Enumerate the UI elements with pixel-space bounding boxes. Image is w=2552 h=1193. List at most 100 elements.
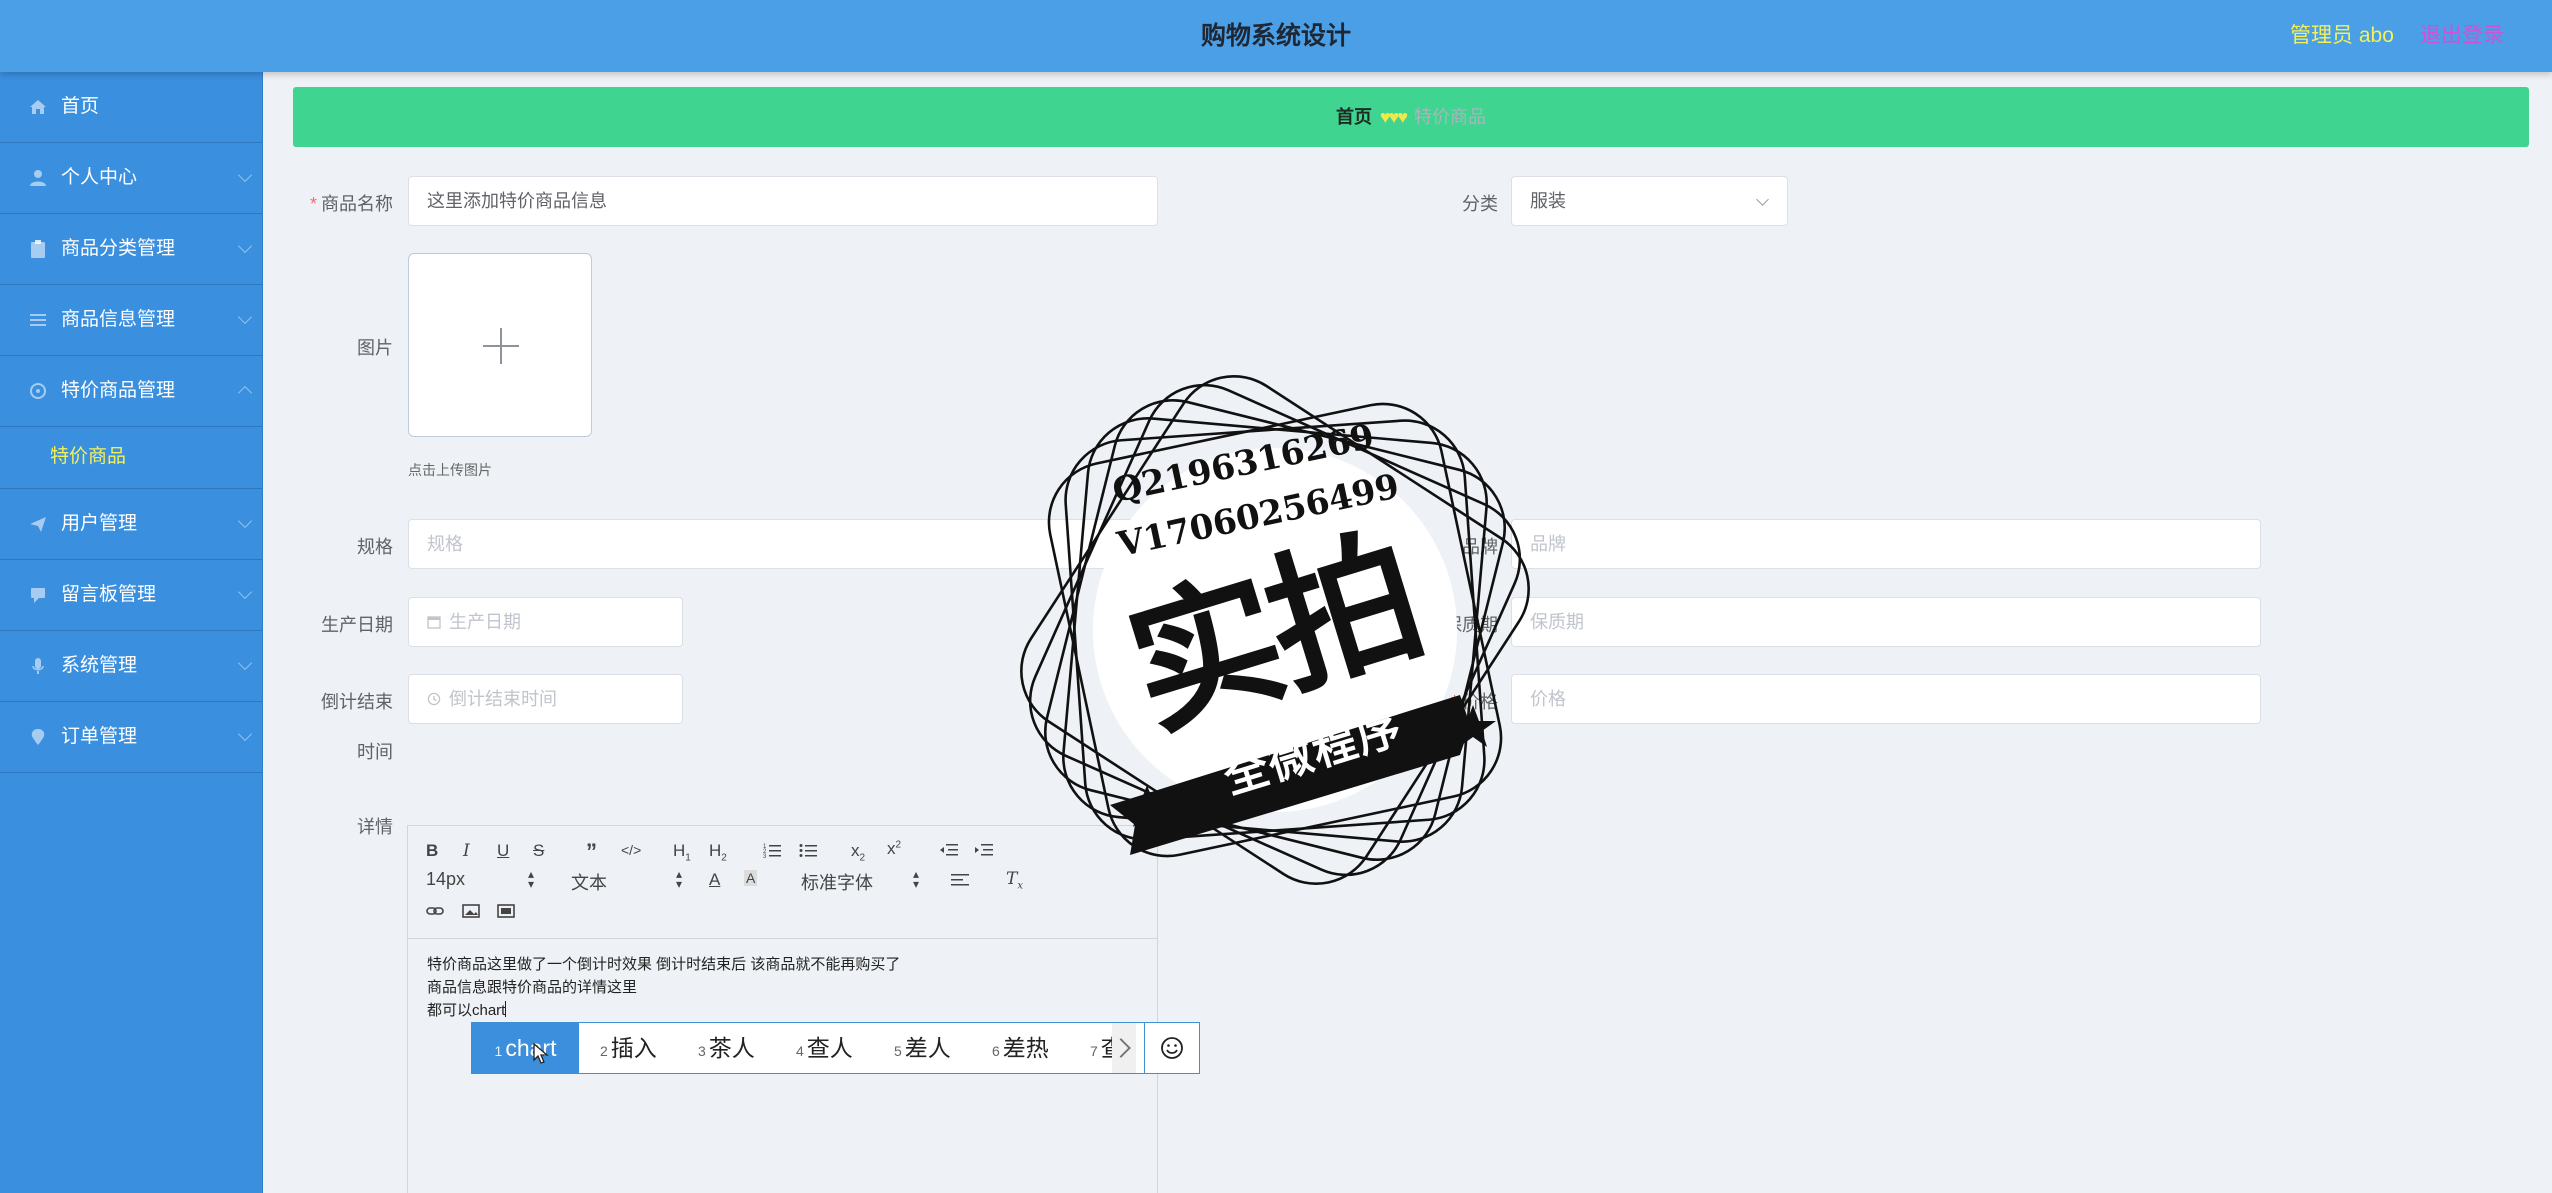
countdown-end-label-2: 时间 xyxy=(357,742,393,762)
font-family-value: 标准字体 xyxy=(801,873,873,893)
plus-icon xyxy=(481,326,521,366)
ime-candidate[interactable]: 1 chart xyxy=(472,1023,579,1073)
comment-icon xyxy=(31,588,45,603)
production-date-label: 生产日期 xyxy=(321,615,393,635)
chevron-down-icon xyxy=(237,309,253,325)
sidebar: 首页 个人中心 商品分类管理 商品信息管理 特价商品管理 特价商品 用户管理 留… xyxy=(0,72,263,1193)
sidebar-subitem-label: 特价商品 xyxy=(50,446,127,467)
ime-candidate[interactable]: 2 插入 xyxy=(600,1023,657,1073)
production-date-picker[interactable]: 生产日期 xyxy=(408,597,683,647)
code-block-icon[interactable]: </> xyxy=(621,842,641,858)
sidebar-item-label: 订单管理 xyxy=(61,726,138,747)
sidebar-item-label: 商品分类管理 xyxy=(61,238,176,259)
clock-icon xyxy=(427,692,441,706)
sidebar-item-personal-center[interactable]: 个人中心 xyxy=(0,143,262,214)
heart-icon: ♥♥♥ xyxy=(1379,107,1408,127)
chevron-down-icon xyxy=(237,513,253,529)
countdown-end-label: 倒计结束 xyxy=(321,692,393,712)
bullet-list-icon[interactable] xyxy=(799,842,817,858)
text-color-icon[interactable]: A xyxy=(709,870,720,890)
spec-label: 规格 xyxy=(357,537,393,557)
ime-candidate[interactable]: 3 茶人 xyxy=(698,1023,755,1073)
sidebar-subitem-special-product[interactable]: 特价商品 xyxy=(0,426,262,489)
image-icon[interactable] xyxy=(462,903,480,919)
price-input[interactable]: 价格 xyxy=(1511,674,2261,724)
chevron-right-icon[interactable] xyxy=(1112,1023,1136,1073)
breadcrumb-home[interactable]: 首页 xyxy=(1336,107,1372,127)
ordered-list-icon[interactable]: 123 xyxy=(763,842,781,858)
sidebar-item-system-management[interactable]: 系统管理 xyxy=(0,631,262,702)
italic-icon[interactable]: I xyxy=(463,841,470,861)
sidebar-item-label: 用户管理 xyxy=(61,513,138,534)
subscript-icon[interactable]: x2 xyxy=(851,841,865,863)
category-select-value: 服装 xyxy=(1530,191,1566,211)
heading1-icon[interactable]: H1 xyxy=(673,841,691,863)
font-size-value: 14px xyxy=(426,869,466,889)
chevron-down-icon xyxy=(237,238,253,254)
content-line: 都可以chart xyxy=(427,1002,506,1019)
content-line: 商品信息跟特价商品的详情这里 xyxy=(427,979,638,996)
sidebar-item-product-info-management[interactable]: 商品信息管理 xyxy=(0,285,262,356)
ime-candidate[interactable]: 5 差人 xyxy=(894,1023,951,1073)
home-icon xyxy=(30,100,46,114)
text-type-value: 文本 xyxy=(571,873,607,893)
chevron-down-icon xyxy=(237,655,253,671)
admin-user-label: 管理员 abo xyxy=(2290,24,2394,47)
video-icon[interactable] xyxy=(497,903,515,919)
upload-tip: 点击上传图片 xyxy=(408,462,492,478)
font-family-select[interactable]: 标准字体 ▴ ▾ xyxy=(801,867,919,893)
smiley-icon xyxy=(1161,1037,1183,1059)
svg-text:3: 3 xyxy=(763,854,767,858)
outdent-icon[interactable] xyxy=(940,842,958,858)
bold-icon[interactable]: B xyxy=(426,841,438,861)
sidebar-item-special-product-management[interactable]: 特价商品管理 xyxy=(0,356,262,427)
top-header: 购物系统设计 管理员 abo 退出登录 xyxy=(0,0,2552,72)
image-upload-button[interactable] xyxy=(408,253,592,437)
sidebar-item-category-management[interactable]: 商品分类管理 xyxy=(0,214,262,285)
blockquote-icon[interactable]: ” xyxy=(586,839,597,865)
font-size-select[interactable]: 14px ▴ ▾ xyxy=(426,868,534,891)
sidebar-item-order-management[interactable]: 订单管理 xyxy=(0,702,262,773)
superscript-icon[interactable]: x2 xyxy=(887,839,901,859)
production-date-placeholder: 生产日期 xyxy=(449,612,521,632)
background-color-icon[interactable]: A xyxy=(744,870,758,886)
sidebar-item-user-management[interactable]: 用户管理 xyxy=(0,489,262,560)
chevron-down-icon xyxy=(237,584,253,600)
sidebar-item-label: 商品信息管理 xyxy=(61,309,176,330)
detail-label: 详情 xyxy=(357,817,393,837)
list-icon xyxy=(30,314,46,326)
logout-link[interactable]: 退出登录 xyxy=(2420,0,2504,72)
ime-candidate[interactable]: 6 差热 xyxy=(992,1023,1049,1073)
location-icon xyxy=(31,729,45,745)
countdown-end-time-picker[interactable]: 倒计结束时间 xyxy=(408,674,683,724)
sidebar-item-label: 留言板管理 xyxy=(61,584,157,605)
mic-icon xyxy=(32,658,44,674)
updown-arrow-icon: ▴ ▾ xyxy=(912,867,919,891)
link-icon[interactable] xyxy=(426,903,444,919)
brand-input[interactable]: 品牌 xyxy=(1511,519,2261,569)
sidebar-item-home[interactable]: 首页 xyxy=(0,72,262,143)
chevron-down-icon xyxy=(237,726,253,742)
text-cursor xyxy=(505,1001,507,1017)
calendar-icon xyxy=(427,616,441,629)
underline-icon[interactable]: U xyxy=(497,841,509,861)
breadcrumb-current: 特价商品 xyxy=(1414,107,1487,127)
send-icon xyxy=(30,517,46,532)
shelf-life-input[interactable]: 保质期 xyxy=(1511,597,2261,647)
mouse-cursor-icon xyxy=(533,1043,549,1064)
text-type-select[interactable]: 文本 ▴ ▾ xyxy=(571,868,682,893)
sidebar-item-message-board-management[interactable]: 留言板管理 xyxy=(0,560,262,631)
product-name-label: * 商品名称 xyxy=(309,194,393,214)
strikethrough-icon[interactable]: S xyxy=(533,841,544,861)
product-name-input[interactable]: 这里添加特价商品信息 xyxy=(408,176,1158,226)
chevron-down-icon xyxy=(1756,193,1769,206)
align-icon[interactable] xyxy=(951,873,969,887)
ime-candidate[interactable]: 7查 xyxy=(1090,1023,1112,1073)
ime-candidate[interactable]: 4 查人 xyxy=(796,1023,853,1073)
heading2-icon[interactable]: H2 xyxy=(709,841,727,863)
editor-content[interactable]: 特价商品这里做了一个倒计时效果 倒计时结束后 该商品就不能再购买了 商品信息跟特… xyxy=(427,953,900,1022)
category-select[interactable]: 服装 xyxy=(1511,176,1788,226)
countdown-end-placeholder: 倒计结束时间 xyxy=(449,689,557,709)
user-icon xyxy=(30,170,46,186)
emoji-button[interactable] xyxy=(1144,1023,1200,1073)
